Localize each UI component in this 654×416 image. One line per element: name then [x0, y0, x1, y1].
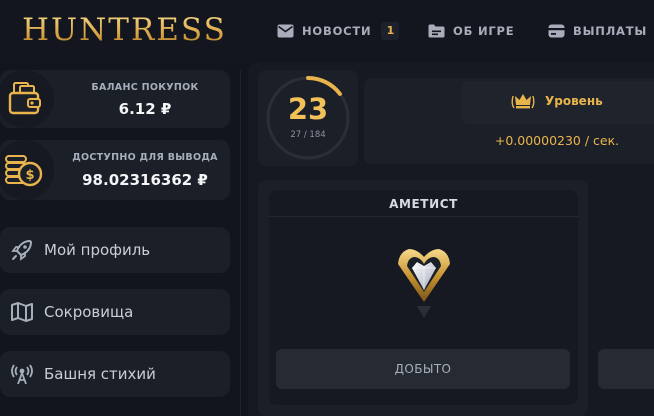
purchase-balance-label: БАЛАНС ПОКУПОК — [91, 82, 199, 93]
withdraw-balance-label: ДОСТУПНО ДЛЯ ВЫВОДА — [72, 152, 218, 163]
folder-icon — [428, 24, 445, 38]
coins-icon: $ — [5, 155, 43, 187]
tower-icon — [11, 364, 33, 385]
nav-payouts[interactable]: ВЫПЛАТЫ — [548, 21, 647, 41]
sidebar-item-label: Сокровища — [44, 303, 134, 321]
map-icon — [11, 302, 33, 322]
mail-icon — [277, 24, 294, 38]
wallet-icon — [8, 82, 41, 115]
nav-about-label: ОБ ИГРЕ — [453, 24, 515, 38]
purchase-balance-card[interactable]: БАЛАНС ПОКУПОК 6.12 ₽ — [0, 70, 230, 128]
sidebar-divider — [240, 70, 241, 416]
gem-title: АМЕТИСТ — [389, 197, 458, 211]
icon-circle — [0, 70, 54, 128]
nav-news[interactable]: НОВОСТИ 1 — [277, 21, 400, 41]
sidebar-item-profile[interactable]: Мой профиль — [0, 227, 230, 273]
rank-panel: Уровень +0.00000230 / сек. — [364, 78, 654, 164]
sidebar-item-label: Мой профиль — [44, 241, 151, 259]
nav-about[interactable]: ОБ ИГРЕ — [428, 21, 514, 41]
withdraw-balance-value: 98.02316362 ₽ — [82, 171, 208, 189]
nav-payouts-label: ВЫПЛАТЫ — [573, 24, 648, 38]
rank-title: Уровень — [545, 94, 603, 108]
level-progress-text: 27 / 184 — [290, 130, 326, 140]
sidebar-item-label: Башня стихий — [44, 365, 156, 383]
mined-button[interactable]: ДОБЫТО — [276, 349, 570, 389]
level-indicator: 23 27 / 184 — [258, 70, 358, 166]
nav-news-label: НОВОСТИ — [302, 24, 372, 38]
withdraw-balance-card[interactable]: $ ДОСТУПНО ДЛЯ ВЫВОДА 98.02316362 ₽ — [0, 140, 230, 200]
rocket-icon — [11, 240, 32, 261]
news-count-badge: 1 — [381, 22, 400, 40]
wallet-icon — [548, 24, 565, 38]
site-logo[interactable]: HUNTRESS — [22, 12, 227, 48]
icon-circle: $ — [0, 140, 54, 200]
svg-text:$: $ — [25, 168, 34, 183]
sidebar-item-treasures[interactable]: Сокровища — [0, 289, 230, 335]
crown-icon — [511, 94, 535, 109]
top-header: HUNTRESS НОВОСТИ 1 ОБ ИГРЕ ВЫПЛАТЫ — [0, 0, 654, 62]
level-number: 23 — [287, 92, 329, 126]
purchase-balance-value: 6.12 ₽ — [118, 100, 172, 118]
divider — [269, 216, 578, 217]
income-rate: +0.00000230 / сек. — [494, 133, 620, 148]
gem-next-button[interactable] — [598, 349, 654, 389]
sidebar-item-tower[interactable]: Башня стихий — [0, 351, 230, 397]
amethyst-gem-icon — [398, 249, 450, 318]
